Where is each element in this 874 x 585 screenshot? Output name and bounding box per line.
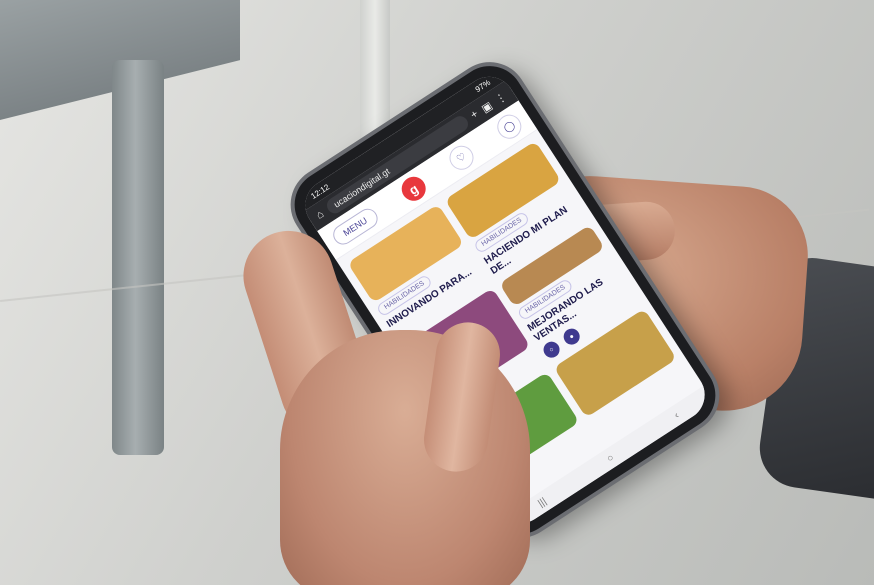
heart-icon[interactable]: ♡ xyxy=(444,141,478,175)
tabs-icon[interactable]: ▣ xyxy=(479,99,494,115)
more-icon[interactable]: ⋮ xyxy=(492,89,509,106)
home-icon[interactable]: ⌂ xyxy=(314,208,326,222)
play-icon[interactable]: ○ xyxy=(540,338,563,361)
user-icon[interactable]: ◯ xyxy=(492,110,526,144)
bookmark-icon[interactable]: ● xyxy=(560,325,583,348)
photo-scene: 12:12 97% ⌂ ucaciondigital.gt + ▣ ⋮ MENU… xyxy=(0,0,874,585)
back-icon[interactable]: ‹ xyxy=(672,410,681,421)
site-logo[interactable]: g xyxy=(396,172,431,206)
plus-icon[interactable]: + xyxy=(469,108,481,122)
nav-home-icon[interactable]: ○ xyxy=(605,452,616,465)
recent-icon[interactable]: ||| xyxy=(536,496,549,509)
table-leg xyxy=(112,60,164,455)
